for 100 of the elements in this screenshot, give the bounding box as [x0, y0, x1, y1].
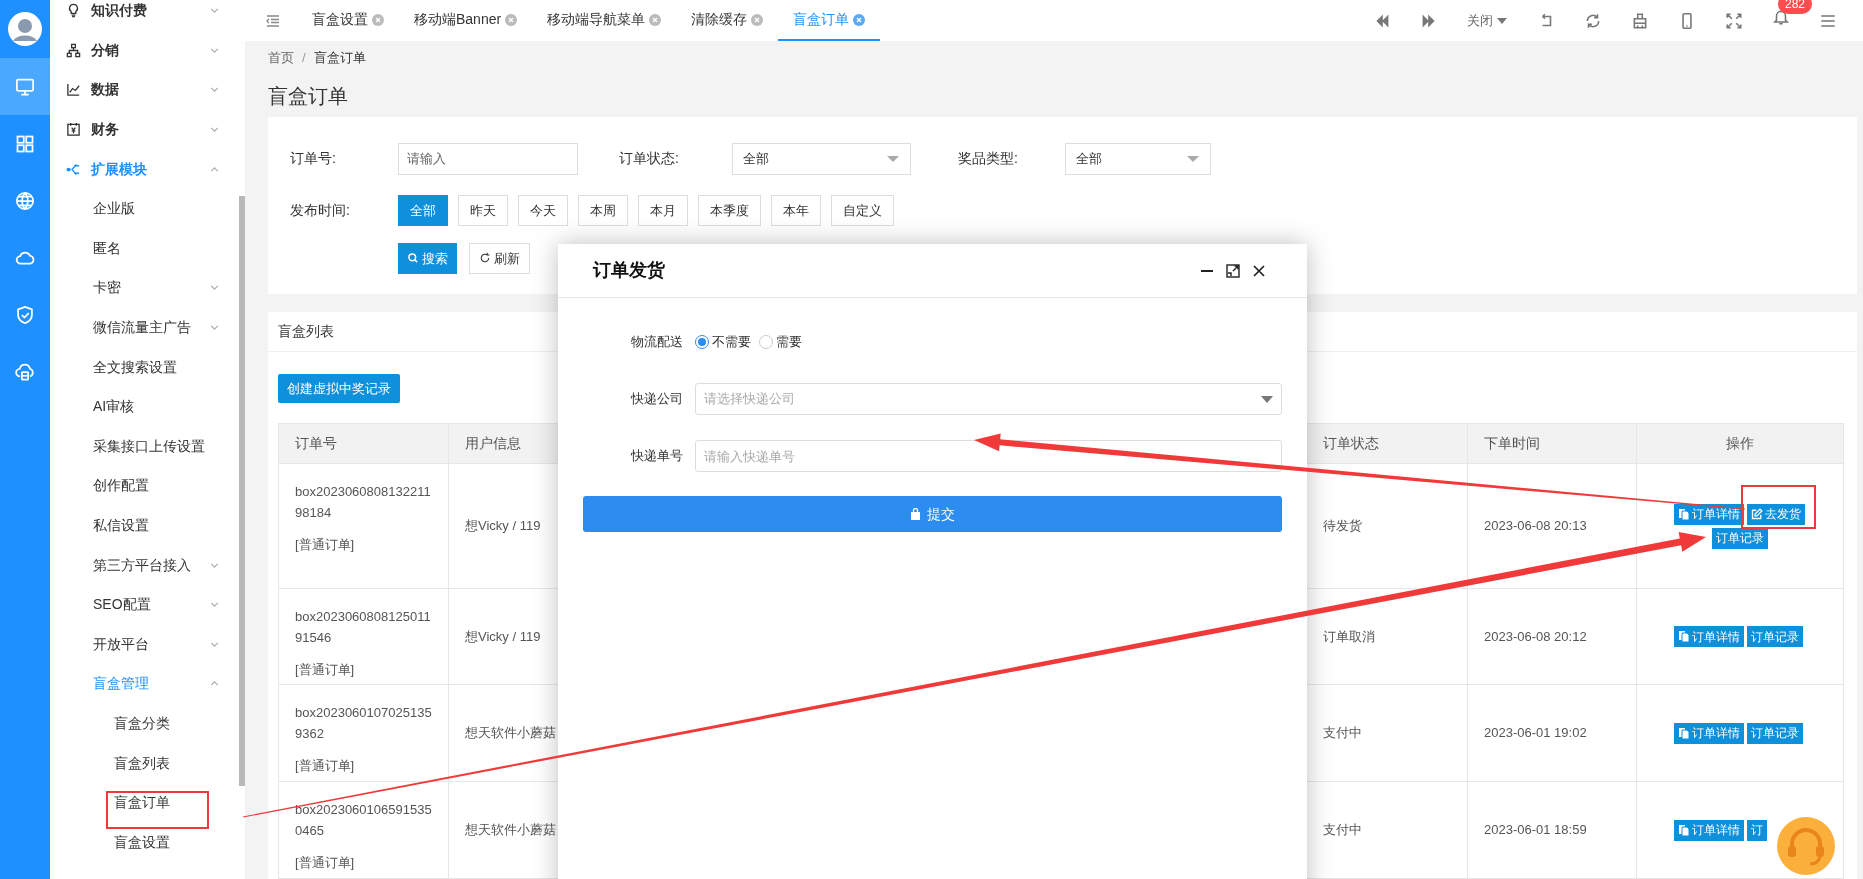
- time-filter-button[interactable]: 昨天: [458, 195, 508, 227]
- order-number: box202306080812501191546: [295, 608, 432, 647]
- order-type: [普通订单]: [295, 536, 356, 554]
- menu-item[interactable]: 采集接口上传设置: [50, 426, 239, 467]
- menu-item[interactable]: 全文搜索设置: [50, 347, 239, 387]
- time-filter-button[interactable]: 本周: [578, 195, 628, 227]
- bell-icon[interactable]: [1772, 8, 1790, 26]
- radio-option[interactable]: 需要: [759, 332, 802, 352]
- menu-label: SEO配置: [93, 595, 151, 615]
- order-number: box20230601070251359362: [295, 704, 433, 743]
- column-header: 操作: [1637, 424, 1844, 464]
- menu-item[interactable]: 盲盒订单: [50, 782, 239, 823]
- menu-item[interactable]: 盲盒分类: [50, 703, 239, 744]
- menu-label: 盲盒订单: [114, 793, 170, 813]
- menu-label: 私信设置: [93, 516, 149, 535]
- menu-label: 开放平台: [93, 634, 149, 654]
- caret-icon: [1261, 395, 1273, 403]
- menu-item[interactable]: AI审核: [50, 386, 239, 427]
- tab[interactable]: 移动端Banner: [399, 0, 533, 41]
- order-number: box202306080813221198184: [295, 483, 432, 522]
- menu-label: AI审核: [93, 397, 135, 417]
- field-label: 快递公司: [630, 390, 684, 409]
- notification-badge: 282: [1778, 0, 1813, 14]
- document-icon: [1678, 823, 1690, 837]
- fullscreen-icon[interactable]: [1725, 11, 1743, 30]
- menu-label: 财务: [91, 120, 119, 140]
- refresh-icon[interactable]: [1584, 11, 1602, 30]
- edit-icon: [1751, 508, 1763, 520]
- close-menu[interactable]: 关闭: [1467, 10, 1508, 31]
- refresh-button[interactable]: 刷新: [469, 243, 530, 274]
- menu-label: 盲盒分类: [114, 714, 170, 733]
- menu-label: 分销: [91, 40, 119, 60]
- menu-label: 全文搜索设置: [93, 357, 177, 377]
- shield-icon: [15, 304, 35, 325]
- page-title: 盲盒订单: [268, 83, 349, 109]
- menu-label: 盲盒管理: [93, 674, 149, 694]
- menu-item[interactable]: 盲盒列表: [50, 743, 239, 783]
- tab[interactable]: 移动端导航菜单: [532, 0, 677, 41]
- menu-item[interactable]: 企业版: [50, 188, 239, 229]
- maximize-icon[interactable]: [1225, 262, 1241, 279]
- tab[interactable]: 盲盒设置: [297, 0, 399, 41]
- menu-group[interactable]: 知识付费: [50, 0, 239, 31]
- field-label: 快递单号: [630, 447, 684, 466]
- collapse-icon[interactable]: [265, 12, 281, 29]
- menu-label: 微信流量主广告: [93, 318, 191, 338]
- time-filter-button[interactable]: 本月: [638, 195, 688, 227]
- broom-icon[interactable]: [1631, 11, 1649, 30]
- table-cell: 2023-06-01 18:59: [1468, 782, 1637, 879]
- order-type: [普通订单]: [295, 757, 356, 775]
- headset-icon[interactable]: [1776, 816, 1836, 876]
- column-header: 订单状态: [1307, 424, 1468, 464]
- select-field[interactable]: 全部: [732, 143, 911, 175]
- document-icon: [1678, 630, 1690, 643]
- field-label: 订单状态:: [619, 149, 680, 169]
- menu-label: 第三方平台接入: [93, 555, 191, 575]
- menu-label: 知识付费: [91, 1, 147, 21]
- radio-option[interactable]: 不需要: [695, 332, 751, 352]
- menu-group[interactable]: 数据: [50, 70, 239, 110]
- globe-icon: [15, 190, 35, 211]
- menu-group[interactable]: 微信流量主广告: [50, 307, 239, 348]
- tracking-number-field[interactable]: 请输入快递单号: [695, 440, 1282, 472]
- menu-item[interactable]: 盲盒设置: [50, 822, 239, 863]
- column-header: 下单时间: [1468, 424, 1637, 464]
- time-filter-button[interactable]: 自定义: [831, 195, 894, 227]
- menu-label: 盲盒设置: [114, 832, 170, 852]
- menu-item[interactable]: 创作配置: [50, 466, 239, 506]
- order-type: [普通订单]: [295, 854, 356, 872]
- avatar-icon[interactable]: [8, 12, 42, 46]
- breadcrumb-current: 盲盒订单: [313, 48, 366, 67]
- menu-label: 匿名: [93, 238, 121, 258]
- monitor-tab[interactable]: [0, 58, 50, 115]
- menu-item[interactable]: 私信设置: [50, 505, 239, 546]
- field-label: 奖品类型:: [958, 149, 1019, 169]
- menu-item[interactable]: 匿名: [50, 228, 239, 269]
- time-filter-button[interactable]: 本季度: [698, 195, 761, 227]
- close-icon[interactable]: [1251, 262, 1267, 279]
- dialog-title: 订单发货: [593, 259, 666, 282]
- menu-label: 企业版: [93, 199, 135, 219]
- menu-group[interactable]: 第三方平台接入: [50, 545, 239, 585]
- tab[interactable]: 清除缓存: [676, 0, 779, 41]
- menu-label: 采集接口上传设置: [93, 436, 205, 456]
- menu-group[interactable]: 分销: [50, 30, 239, 71]
- menu-group[interactable]: 开放平台: [50, 624, 239, 665]
- field-label: 物流配送: [630, 333, 684, 352]
- menu-label: 创作配置: [93, 476, 149, 496]
- menu-group[interactable]: 财务: [50, 109, 239, 150]
- order-number-field[interactable]: 请输入: [398, 143, 578, 175]
- select-field[interactable]: 全部: [1065, 143, 1211, 175]
- field-label: 订单号:: [290, 149, 337, 169]
- menu-group[interactable]: SEO配置: [50, 584, 239, 625]
- bag-icon: [910, 508, 921, 520]
- breadcrumb-separator: /: [302, 48, 306, 67]
- scrollbar-thumb[interactable]: [239, 196, 245, 786]
- field-label: 发布时间:: [290, 201, 351, 221]
- menu-group[interactable]: 卡密: [50, 268, 239, 308]
- breadcrumb-link[interactable]: 首页: [268, 47, 294, 68]
- table-cell: 2023-06-08 20:12: [1468, 589, 1637, 685]
- time-filter-button[interactable]: 本年: [771, 195, 821, 227]
- time-filter-button[interactable]: 今天: [518, 195, 568, 227]
- menu-label: 数据: [91, 80, 119, 100]
